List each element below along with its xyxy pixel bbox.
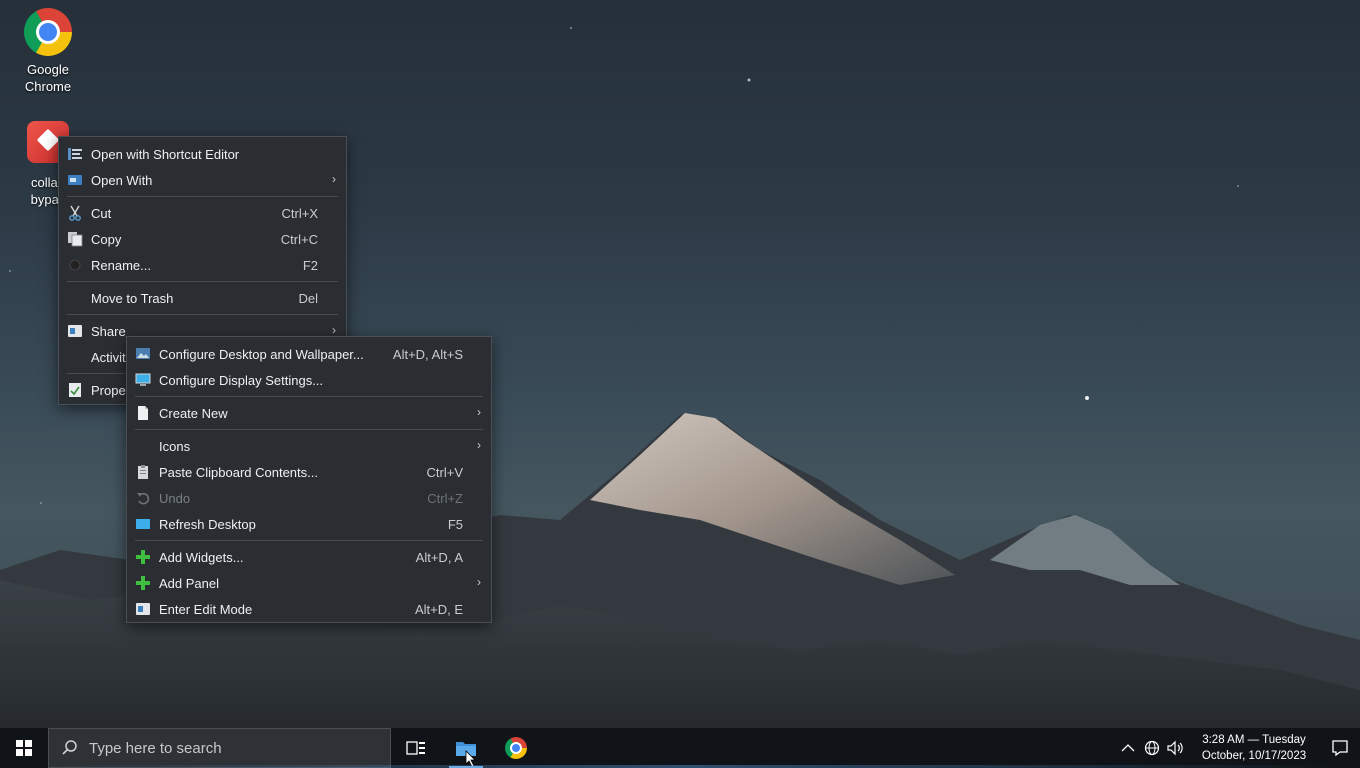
chevron-right-icon: › xyxy=(477,438,481,452)
network-globe-icon[interactable] xyxy=(1140,728,1164,768)
plus-icon xyxy=(135,575,151,591)
plus-icon xyxy=(135,549,151,565)
menu-item-open-with[interactable]: Open With › xyxy=(59,167,346,193)
taskbar-search-box[interactable]: Type here to search xyxy=(48,728,391,768)
desktop-icon-label: Google xyxy=(27,62,69,77)
open-with-icon xyxy=(67,172,83,188)
menu-item-add-panel[interactable]: Add Panel › xyxy=(127,570,491,596)
taskbar: Type here to search 3:28 AM — Tuesday Oc… xyxy=(0,728,1360,768)
edit-mode-icon xyxy=(135,601,151,617)
clock-time: 3:28 AM — Tuesday xyxy=(1202,734,1306,746)
menu-separator xyxy=(135,396,483,397)
start-button[interactable] xyxy=(0,728,48,768)
refresh-desktop-icon xyxy=(135,516,151,532)
notification-center-button[interactable] xyxy=(1320,728,1360,768)
chevron-right-icon: › xyxy=(477,405,481,419)
menu-item-move-to-trash[interactable]: Move to Trash Del xyxy=(59,285,346,311)
wallpaper-icon xyxy=(135,346,151,362)
desktop-context-menu: Configure Desktop and Wallpaper... Alt+D… xyxy=(126,336,492,623)
menu-item-cut[interactable]: Cut Ctrl+X xyxy=(59,200,346,226)
menu-item-enter-edit-mode[interactable]: Enter Edit Mode Alt+D, E xyxy=(127,596,491,622)
menu-item-paste[interactable]: Paste Clipboard Contents... Ctrl+V xyxy=(127,459,491,485)
clipboard-icon xyxy=(135,464,151,480)
windows-logo-icon xyxy=(16,740,32,756)
chrome-icon xyxy=(505,737,527,759)
notification-icon xyxy=(1332,740,1348,757)
menu-item-configure-desktop[interactable]: Configure Desktop and Wallpaper... Alt+D… xyxy=(127,341,491,367)
menu-item-open-shortcut-editor[interactable]: Open with Shortcut Editor xyxy=(59,141,346,167)
show-hidden-icons-chevron-up-icon[interactable] xyxy=(1116,728,1140,768)
menu-separator xyxy=(67,196,338,197)
system-tray: 3:28 AM — Tuesday October, 10/17/2023 xyxy=(1116,728,1360,768)
shortcut-editor-icon xyxy=(67,146,83,162)
task-view-button[interactable] xyxy=(391,728,441,768)
search-placeholder: Type here to search xyxy=(89,739,222,757)
copy-icon xyxy=(67,231,83,247)
new-document-icon xyxy=(135,405,151,421)
taskbar-clock[interactable]: 3:28 AM — Tuesday October, 10/17/2023 xyxy=(1194,732,1314,764)
menu-item-create-new[interactable]: Create New › xyxy=(127,400,491,426)
menu-item-refresh-desktop[interactable]: Refresh Desktop F5 xyxy=(127,511,491,537)
menu-item-configure-display[interactable]: Configure Display Settings... xyxy=(127,367,491,393)
file-explorer-taskbar-button[interactable] xyxy=(441,728,491,768)
clock-date: October, 10/17/2023 xyxy=(1201,750,1307,762)
chrome-taskbar-button[interactable] xyxy=(491,728,541,768)
menu-item-icons[interactable]: Icons › xyxy=(127,433,491,459)
chrome-icon xyxy=(24,8,72,56)
properties-icon xyxy=(67,382,83,398)
menu-separator xyxy=(135,429,483,430)
volume-icon[interactable] xyxy=(1164,728,1188,768)
chevron-right-icon: › xyxy=(332,172,336,186)
share-icon xyxy=(67,323,83,339)
desktop-icon-label: Chrome xyxy=(24,79,72,94)
display-icon xyxy=(135,372,151,388)
menu-separator xyxy=(67,314,338,315)
chevron-right-icon: › xyxy=(332,323,336,337)
menu-item-undo[interactable]: Undo Ctrl+Z xyxy=(127,485,491,511)
menu-separator xyxy=(67,281,338,282)
menu-item-copy[interactable]: Copy Ctrl+C xyxy=(59,226,346,252)
scissors-icon xyxy=(67,205,83,221)
task-view-icon xyxy=(406,741,425,755)
chevron-right-icon: › xyxy=(477,575,481,589)
desktop-icon-google-chrome[interactable]: Google Chrome xyxy=(8,8,88,95)
menu-separator xyxy=(135,540,483,541)
menu-item-rename[interactable]: Rename... F2 xyxy=(59,252,346,278)
menu-item-add-widgets[interactable]: Add Widgets... Alt+D, A xyxy=(127,544,491,570)
search-icon xyxy=(61,739,79,757)
rename-icon xyxy=(67,257,83,273)
undo-icon xyxy=(135,490,151,506)
